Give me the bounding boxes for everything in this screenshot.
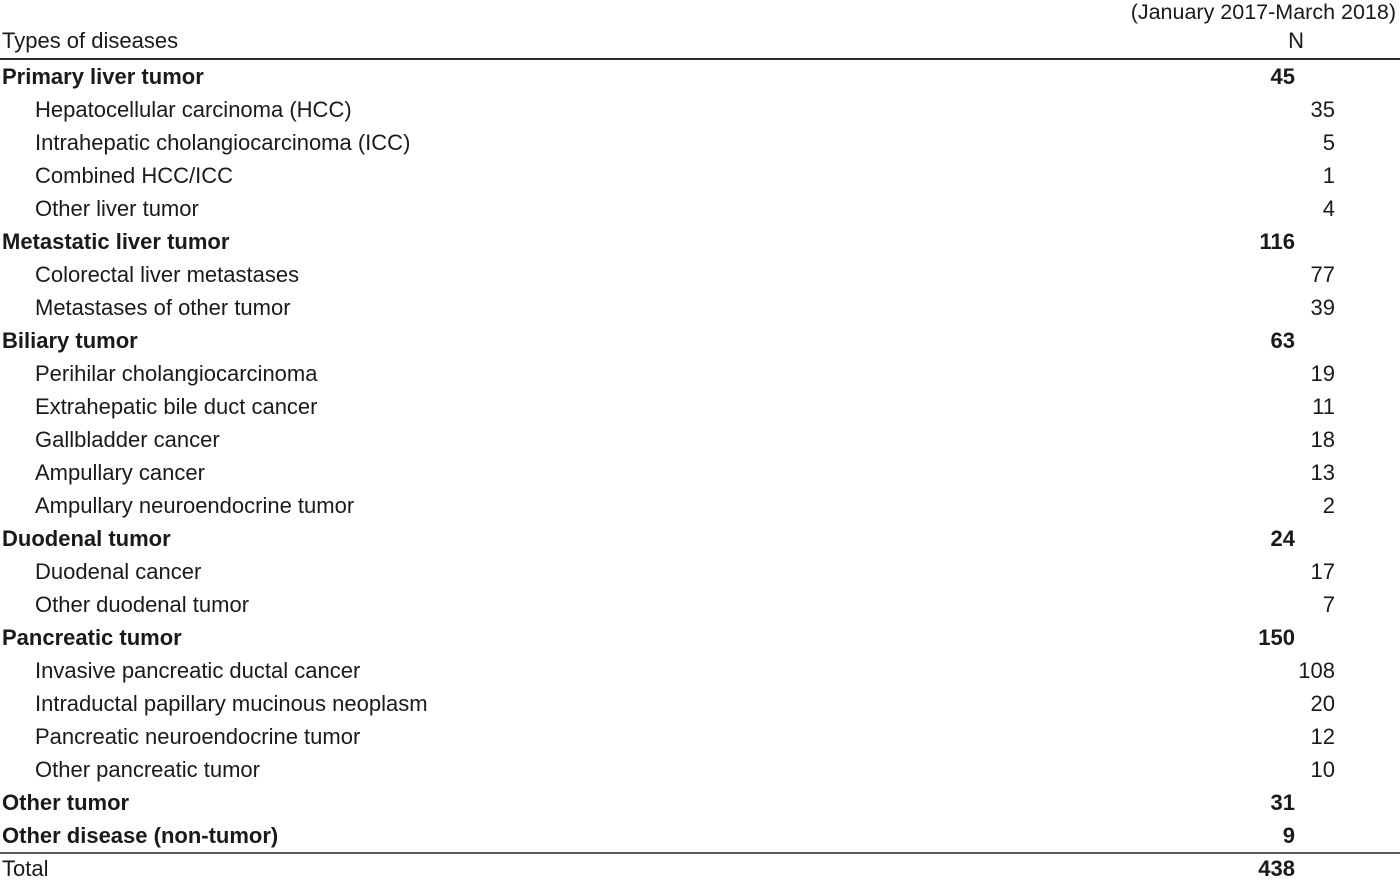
- item-label: Colorectal liver metastases: [35, 261, 300, 287]
- table-row-item: Intraductal papillary mucinous neoplasm 2…: [0, 687, 1400, 720]
- table-row-item: Duodenal cancer 17: [0, 555, 1400, 588]
- column-header-n: N: [1180, 24, 1400, 60]
- group-value: 63: [1270, 327, 1295, 353]
- total-value: 438: [1180, 852, 1400, 883]
- table-header-row: Types of diseases N: [0, 24, 1400, 60]
- item-label: Ampullary neuroendocrine tumor: [35, 492, 355, 518]
- table-period-caption: (January 2017-March 2018): [1130, 0, 1396, 24]
- group-label: Primary liver tumor: [2, 63, 204, 89]
- group-label: Other disease (non-tumor): [2, 822, 279, 848]
- group-label: Other tumor: [2, 789, 130, 815]
- table-row-group: Primary liver tumor 45: [0, 59, 1400, 93]
- item-value: 39: [1310, 294, 1335, 320]
- item-value: 35: [1310, 96, 1335, 122]
- item-value: 18: [1310, 426, 1335, 452]
- table-header: Types of diseases N: [0, 24, 1400, 60]
- group-label: Duodenal tumor: [2, 525, 171, 551]
- group-value: 31: [1270, 789, 1295, 815]
- table-row-group: Other disease (non-tumor) 9: [0, 819, 1400, 853]
- item-label: Metastases of other tumor: [35, 294, 291, 320]
- item-value: 4: [1322, 195, 1335, 221]
- table-row-item: Metastases of other tumor 39: [0, 291, 1400, 324]
- group-label: Biliary tumor: [2, 327, 138, 353]
- item-label: Perihilar cholangiocarcinoma: [35, 360, 318, 386]
- table-row-item: Extrahepatic bile duct cancer 11: [0, 390, 1400, 423]
- group-label: Metastatic liver tumor: [2, 228, 230, 254]
- item-label: Other duodenal tumor: [35, 591, 250, 617]
- table-row-item: Ampullary neuroendocrine tumor 2: [0, 489, 1400, 522]
- table-row-group: Other tumor 31: [0, 786, 1400, 819]
- item-label: Hepatocellular carcinoma (HCC): [35, 96, 352, 122]
- table-row-item: Pancreatic neuroendocrine tumor 12: [0, 720, 1400, 753]
- item-value: 77: [1310, 261, 1335, 287]
- item-label: Other liver tumor: [35, 195, 199, 221]
- table-row-item: Colorectal liver metastases 77: [0, 258, 1400, 291]
- item-value: 20: [1310, 690, 1335, 716]
- table-row-item: Intrahepatic cholangiocarcinoma (ICC) 5: [0, 126, 1400, 159]
- group-value: 9: [1282, 822, 1295, 848]
- item-value: 13: [1310, 459, 1335, 485]
- table-row-item: Other pancreatic tumor 10: [0, 753, 1400, 786]
- group-value: 24: [1270, 525, 1295, 551]
- item-value: 10: [1310, 756, 1335, 782]
- item-label: Extrahepatic bile duct cancer: [35, 393, 318, 419]
- group-value: 45: [1270, 63, 1295, 89]
- table-footer: Total 438: [0, 852, 1400, 883]
- item-value: 17: [1310, 558, 1335, 584]
- table-row-item: Other duodenal tumor 7: [0, 588, 1400, 621]
- item-value: 11: [1312, 393, 1335, 419]
- table-row-item: Perihilar cholangiocarcinoma 19: [0, 357, 1400, 390]
- table-row-group: Biliary tumor 63: [0, 324, 1400, 357]
- item-label: Intraductal papillary mucinous neoplasm: [35, 690, 428, 716]
- group-value: 116: [1259, 228, 1296, 254]
- column-header-types-of-diseases: Types of diseases: [0, 24, 1180, 60]
- table-row-item: Ampullary cancer 13: [0, 456, 1400, 489]
- item-label: Ampullary cancer: [35, 459, 205, 485]
- group-value: 150: [1258, 624, 1295, 650]
- table-body: Primary liver tumor 45 Hepatocellular carc…: [0, 59, 1400, 853]
- group-label: Pancreatic tumor: [2, 624, 182, 650]
- item-value: 12: [1310, 723, 1335, 749]
- table-row-item: Other liver tumor 4: [0, 192, 1400, 225]
- item-value: 19: [1310, 360, 1335, 386]
- item-label: Invasive pancreatic ductal cancer: [35, 657, 361, 683]
- item-value: 108: [1298, 657, 1335, 683]
- item-label: Combined HCC/ICC: [35, 162, 234, 188]
- total-label: Total: [0, 852, 1180, 883]
- item-value: 2: [1322, 492, 1335, 518]
- table-row-item: Combined HCC/ICC 1: [0, 159, 1400, 192]
- item-value: 1: [1322, 162, 1335, 188]
- table-row-group: Pancreatic tumor 150: [0, 621, 1400, 654]
- table-row-group: Metastatic liver tumor 116: [0, 225, 1400, 258]
- table-row-group: Duodenal tumor 24: [0, 522, 1400, 555]
- table-row-item: Hepatocellular carcinoma (HCC) 35: [0, 93, 1400, 126]
- item-value: 5: [1322, 129, 1335, 155]
- item-label: Other pancreatic tumor: [35, 756, 260, 782]
- disease-types-table-container: (January 2017-March 2018) Types of disea…: [0, 0, 1400, 883]
- table-row-item: Invasive pancreatic ductal cancer 108: [0, 654, 1400, 687]
- item-label: Pancreatic neuroendocrine tumor: [35, 723, 361, 749]
- table-row-total: Total 438: [0, 852, 1400, 883]
- item-label: Duodenal cancer: [35, 558, 202, 584]
- disease-types-table: Types of diseases N Primary liver tumor 4…: [0, 24, 1400, 883]
- item-label: Gallbladder cancer: [35, 426, 220, 452]
- item-value: 7: [1322, 591, 1335, 617]
- item-label: Intrahepatic cholangiocarcinoma (ICC): [35, 129, 411, 155]
- table-row-item: Gallbladder cancer 18: [0, 423, 1400, 456]
